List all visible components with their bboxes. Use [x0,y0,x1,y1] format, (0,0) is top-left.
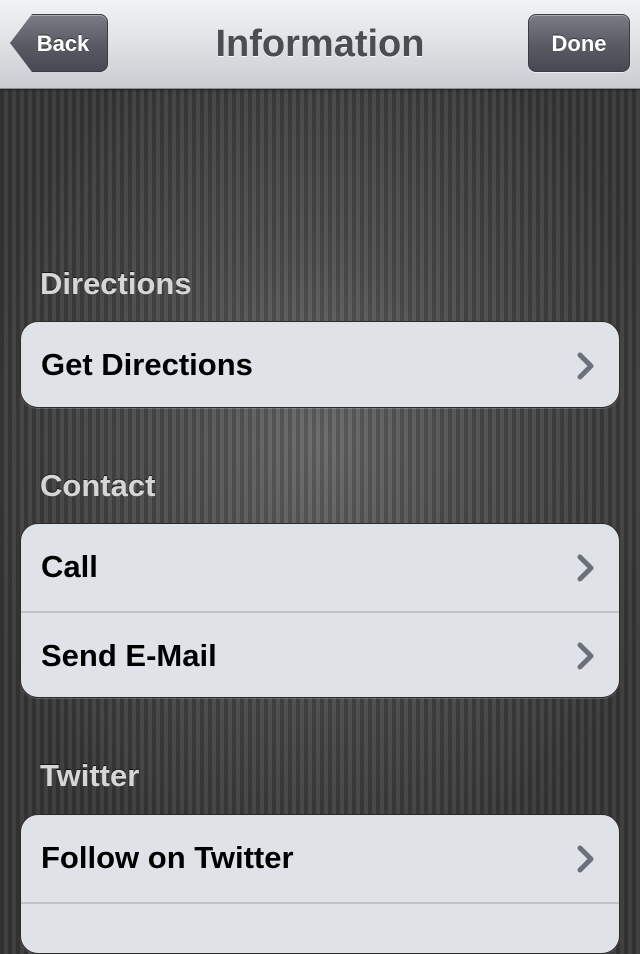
chevron-right-icon [577,642,594,669]
row-label: Get Directions [41,347,253,382]
get-directions-row[interactable]: Get Directions [21,322,619,407]
chevron-right-icon [577,845,594,872]
row-label: Call [41,549,98,584]
follow-on-twitter-row[interactable]: Follow on Twitter [21,815,619,902]
chevron-right-icon [577,352,594,379]
chevron-right-icon [577,554,594,581]
back-button[interactable]: Back [10,14,108,72]
navigation-bar: Back Information Done [0,0,640,89]
table-group-twitter: Follow on Twitter [20,814,620,954]
send-email-row[interactable]: Send E-Mail [21,611,619,697]
table-group-contact: Call Send E-Mail [20,523,620,698]
row-label: Follow on Twitter [41,840,294,875]
section-header-twitter: Twitter [40,758,140,793]
section-header-directions: Directions [40,266,192,301]
done-button[interactable]: Done [528,14,630,72]
call-row[interactable]: Call [21,524,619,611]
page-title: Information [215,23,425,65]
list-item[interactable] [21,902,619,953]
section-header-contact: Contact [40,468,156,503]
table-group-directions: Get Directions [20,321,620,408]
row-label: Send E-Mail [41,638,217,673]
